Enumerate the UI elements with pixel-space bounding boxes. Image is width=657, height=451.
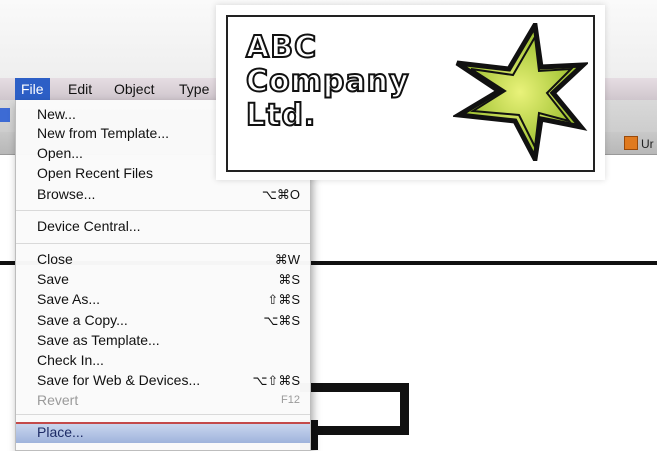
- shortcut-label: ⌥⇧⌘S: [252, 373, 300, 388]
- star-icon: [453, 23, 588, 161]
- shortcut-label: F12: [281, 394, 300, 406]
- shortcut-label: ⌘W: [274, 252, 300, 267]
- menu-item-close[interactable]: Close ⌘W: [16, 251, 310, 268]
- menu-item-save-as-template[interactable]: Save as Template...: [16, 332, 310, 349]
- menu-item-place[interactable]: Place...: [16, 422, 310, 443]
- menu-object[interactable]: Object: [108, 78, 160, 100]
- shortcut-label: ⌥⌘S: [263, 313, 300, 328]
- menu-separator: [16, 243, 310, 244]
- menu-item-browse[interactable]: Browse... ⌥⌘O: [16, 186, 310, 203]
- logo-line-2: Company: [245, 64, 410, 100]
- menu-item-save-as[interactable]: Save As... ⇧⌘S: [16, 291, 310, 308]
- shortcut-label: ⌘S: [278, 272, 300, 287]
- logo-wordmark: ABC Company Ltd.: [245, 30, 410, 134]
- document-tab[interactable]: Ur: [624, 136, 654, 152]
- menu-edit[interactable]: Edit: [62, 78, 98, 100]
- menu-type[interactable]: Type: [173, 78, 215, 100]
- shortcut-label: ⇧⌘S: [267, 292, 300, 307]
- menu-separator: [16, 414, 310, 415]
- menu-item-save[interactable]: Save ⌘S: [16, 271, 310, 288]
- tool-indicator: [0, 108, 10, 122]
- menu-file[interactable]: File: [15, 78, 50, 100]
- logo-frame: ABC Company Ltd.: [226, 15, 595, 172]
- shortcut-label: ⌥⌘O: [261, 187, 300, 202]
- logo-line-3: Ltd.: [245, 98, 317, 134]
- logo-line-1: ABC: [245, 30, 318, 66]
- document-tab-label: Ur: [641, 137, 654, 151]
- menu-item-save-for-web[interactable]: Save for Web & Devices... ⌥⇧⌘S: [16, 372, 310, 389]
- menu-item-save-a-copy[interactable]: Save a Copy... ⌥⌘S: [16, 312, 310, 329]
- logo-preview: ABC Company Ltd.: [216, 5, 605, 180]
- menu-item-check-in[interactable]: Check In...: [16, 352, 310, 369]
- menu-item-device-central[interactable]: Device Central...: [16, 218, 310, 235]
- menu-separator: [16, 210, 310, 211]
- menu-item-revert: Revert F12: [37, 392, 300, 408]
- document-icon: [624, 136, 638, 150]
